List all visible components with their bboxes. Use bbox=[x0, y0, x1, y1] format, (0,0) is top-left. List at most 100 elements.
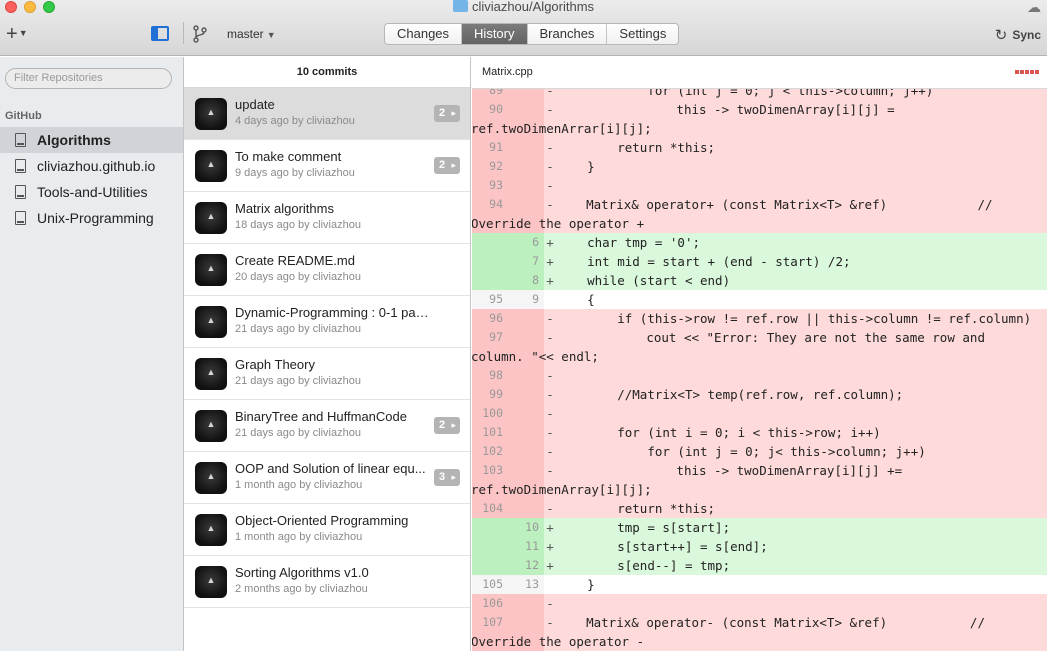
code-line: for (int j = 0; j< this->column; j++) bbox=[557, 444, 926, 459]
new-line-number bbox=[508, 385, 544, 404]
commit-title: Create README.md bbox=[235, 253, 355, 268]
repository-icon bbox=[15, 185, 26, 199]
code-text: if (this->row != ref.row || this->column… bbox=[556, 309, 1047, 328]
commit-item[interactable]: Matrix algorithms 18 days ago by cliviaz… bbox=[184, 192, 470, 244]
code-line: Matrix& operator+ (const Matrix<T> &ref)… bbox=[556, 197, 993, 212]
filter-repositories-input[interactable]: Filter Repositories bbox=[5, 68, 172, 89]
commit-item[interactable]: To make comment 9 days ago by cliviazhou… bbox=[184, 140, 470, 192]
commit-item[interactable]: OOP and Solution of linear equ... 1 mont… bbox=[184, 452, 470, 504]
old-line-number: 104 bbox=[472, 499, 508, 518]
sidebar-item-unix-programming[interactable]: Unix-Programming bbox=[0, 205, 183, 231]
code-line-continuation: column. "<< endl; bbox=[472, 349, 599, 364]
sidebar: Filter Repositories GitHub Algorithms cl… bbox=[0, 57, 184, 651]
commit-item[interactable]: Create README.md 20 days ago by cliviazh… bbox=[184, 244, 470, 296]
code-line: cout << "Error: They are not the same ro… bbox=[556, 330, 985, 345]
cloud-upload-icon[interactable]: ☁ bbox=[1027, 0, 1041, 14]
commit-title: Object-Oriented Programming bbox=[235, 513, 409, 528]
tab-settings[interactable]: Settings bbox=[606, 24, 678, 44]
tab-history[interactable]: History bbox=[461, 24, 527, 44]
sidebar-item-algorithms[interactable]: Algorithms bbox=[0, 127, 183, 153]
sidebar-item-cliviazhou-github-io[interactable]: cliviazhou.github.io bbox=[0, 153, 183, 179]
commit-title: BinaryTree and HuffmanCode bbox=[235, 409, 407, 424]
commit-meta: 20 days ago by cliviazhou bbox=[235, 271, 361, 283]
old-line-number: 98 bbox=[472, 366, 508, 385]
add-repository-button[interactable]: +▼ bbox=[6, 24, 28, 44]
diff-line-del: 94- Matrix& operator+ (const Matrix<T> &… bbox=[472, 195, 1047, 233]
diff-sign: - bbox=[546, 596, 554, 611]
new-line-number: 11 bbox=[508, 537, 544, 556]
branch-icon[interactable] bbox=[193, 25, 207, 43]
avatar bbox=[195, 566, 227, 598]
commit-item[interactable]: Object-Oriented Programming 1 month ago … bbox=[184, 504, 470, 556]
changed-files-badge[interactable]: 2 bbox=[434, 417, 460, 434]
diff-line-del: 104 - return *this; bbox=[472, 499, 1047, 518]
diff-lines[interactable]: 89- for (int j = 0; j < this->column; j+… bbox=[472, 81, 1047, 651]
code-line: s[start++] = s[end]; bbox=[557, 539, 768, 554]
diff-file-name: Matrix.cpp bbox=[482, 66, 533, 78]
window-title: cliviazhou/Algorithms bbox=[0, 0, 1047, 14]
code-text: } bbox=[556, 575, 1047, 594]
diff-line-add: 12 + s[end--] = tmp; bbox=[472, 556, 1047, 575]
old-line-number bbox=[472, 518, 508, 537]
diff-sign bbox=[544, 290, 556, 309]
code-text: this -> twoDimenArray[i][j] += ref.twoDim… bbox=[472, 461, 1047, 499]
changed-files-badge[interactable]: 3 bbox=[434, 469, 460, 486]
chevron-down-icon: ▼ bbox=[266, 30, 276, 40]
old-line-number: 102 bbox=[472, 442, 508, 461]
commit-item[interactable]: Graph Theory 21 days ago by cliviazhou bbox=[184, 348, 470, 400]
diff-line-del: 96 - if (this->row != ref.row || this->co… bbox=[472, 309, 1047, 328]
tab-branches[interactable]: Branches bbox=[526, 24, 607, 44]
commit-item[interactable]: Sorting Algorithms v1.0 2 months ago by … bbox=[184, 556, 470, 608]
tab-changes[interactable]: Changes bbox=[385, 24, 461, 44]
sync-button[interactable]: ↻ Sync bbox=[995, 26, 1041, 44]
old-line-number: 95 bbox=[472, 290, 508, 309]
commit-meta: 21 days ago by cliviazhou bbox=[235, 323, 361, 335]
new-line-number bbox=[508, 442, 544, 461]
changed-files-badge[interactable]: 2 bbox=[434, 105, 460, 122]
old-line-number bbox=[472, 233, 508, 252]
changed-files-badge[interactable]: 2 bbox=[434, 157, 460, 174]
commit-meta: 2 months ago by cliviazhou bbox=[235, 583, 368, 595]
commit-meta: 4 days ago by cliviazhou bbox=[235, 115, 355, 127]
new-line-number: 9 bbox=[508, 290, 544, 309]
code-text: { bbox=[556, 290, 1047, 309]
avatar bbox=[195, 202, 227, 234]
diff-file-header[interactable]: Matrix.cpp bbox=[472, 57, 1047, 89]
diff-sign: - bbox=[546, 444, 554, 459]
diff-line-del: 107- Matrix& operator- (const Matrix<T> … bbox=[472, 613, 1047, 651]
code-text: while (start < end) bbox=[556, 271, 1047, 290]
code-line: while (start < end) bbox=[557, 273, 731, 288]
branch-selector[interactable]: master ▼ bbox=[227, 27, 276, 41]
diff-sign: + bbox=[546, 235, 554, 250]
diff-sign: - bbox=[546, 178, 554, 193]
code-text: for (int i = 0; i < this->row; i++) bbox=[556, 423, 1047, 442]
diff-line-del: 100 - bbox=[472, 404, 1047, 423]
sidebar-toggle-icon[interactable] bbox=[151, 26, 169, 41]
new-line-number: 12 bbox=[508, 556, 544, 575]
code-line: return *this; bbox=[557, 140, 716, 155]
code-text: Matrix& operator+ (const Matrix<T> &ref)… bbox=[472, 195, 1047, 233]
diff-sign: - bbox=[546, 368, 554, 383]
diff-sign bbox=[544, 575, 556, 594]
diff-line-add: 7 + int mid = start + (end - start) /2; bbox=[472, 252, 1047, 271]
diff-line-ctx: 105 13 } bbox=[472, 575, 1047, 594]
commit-item[interactable]: BinaryTree and HuffmanCode 21 days ago b… bbox=[184, 400, 470, 452]
new-line-number: 7 bbox=[508, 252, 544, 271]
sidebar-item-tools-and-utilities[interactable]: Tools-and-Utilities bbox=[0, 179, 183, 205]
diff-line-del: 91 - return *this; bbox=[472, 138, 1047, 157]
new-line-number bbox=[508, 138, 544, 157]
commit-item[interactable]: Dynamic-Programming : 0-1 packag... 21 d… bbox=[184, 296, 470, 348]
new-line-number bbox=[508, 176, 544, 195]
old-line-number: 92 bbox=[472, 157, 508, 176]
toolbar-divider bbox=[183, 22, 184, 44]
diff-line-add: 8 + while (start < end) bbox=[472, 271, 1047, 290]
diff-line-del: 102 - for (int j = 0; j< this->column; j+… bbox=[472, 442, 1047, 461]
commit-item[interactable]: update 4 days ago by cliviazhou 2 bbox=[184, 88, 470, 140]
avatar bbox=[195, 98, 227, 130]
new-line-number bbox=[508, 366, 544, 385]
old-line-number bbox=[472, 537, 508, 556]
code-line-continuation: Override the operator - bbox=[472, 634, 645, 649]
new-line-number bbox=[508, 157, 544, 176]
avatar bbox=[195, 358, 227, 390]
